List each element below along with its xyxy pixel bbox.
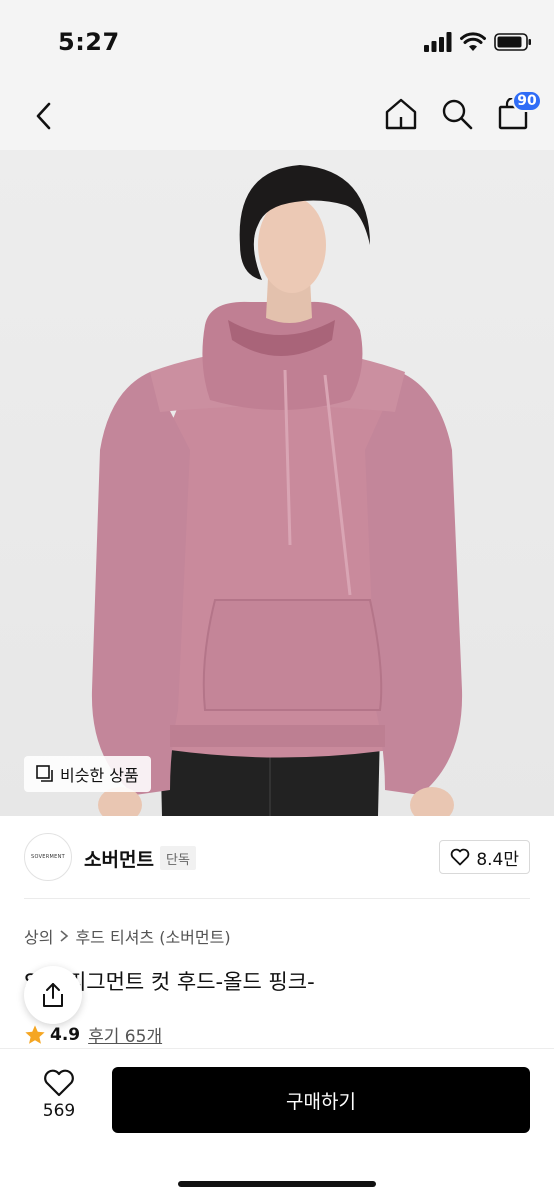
search-icon xyxy=(442,99,473,130)
breadcrumb-category[interactable]: 상의 xyxy=(24,924,53,948)
status-time: 5:27 xyxy=(58,28,120,56)
breadcrumb: 상의 후드 티셔츠 (소버먼트) xyxy=(24,924,231,948)
similar-icon xyxy=(36,765,53,782)
brand-row: SOVERMENT 소버먼트 단독 8.4만 xyxy=(0,816,554,900)
heart-icon xyxy=(451,848,470,866)
brand-like-count: 8.4만 xyxy=(476,849,519,870)
brand-logo-text: SOVERMENT xyxy=(30,854,66,860)
home-icon xyxy=(385,98,417,130)
cart-badge: 90 xyxy=(512,90,542,112)
heart-icon xyxy=(44,1069,74,1097)
divider xyxy=(24,898,530,899)
model-wearing-hoodie-image xyxy=(91,165,463,816)
signal-icon xyxy=(424,32,452,52)
brand-like-button[interactable]: 8.4만 xyxy=(439,840,530,874)
status-icons xyxy=(424,32,532,52)
rating-score: 4.9 xyxy=(50,1024,81,1045)
home-indicator xyxy=(178,1181,376,1187)
back-icon xyxy=(36,102,51,130)
wish-count: 569 xyxy=(42,1101,76,1121)
share-icon xyxy=(43,983,63,1007)
nav-actions: 90 xyxy=(382,90,542,134)
battery-icon xyxy=(494,33,531,51)
home-button[interactable] xyxy=(382,94,420,134)
bottom-bar: 569 구매하기 xyxy=(0,1048,554,1200)
wish-button[interactable]: 569 xyxy=(30,1069,88,1121)
exclusive-tag: 단독 xyxy=(160,846,196,870)
share-button[interactable] xyxy=(24,966,82,1024)
similar-products-label: 비슷한 상품 xyxy=(60,766,139,785)
status-bar: 5:27 xyxy=(0,0,554,84)
review-link[interactable]: 후기 65개 xyxy=(88,1022,162,1047)
similar-products-button[interactable]: 비슷한 상품 xyxy=(24,756,151,792)
back-button[interactable] xyxy=(26,98,62,134)
chevron-right-icon xyxy=(60,930,69,942)
search-button[interactable] xyxy=(438,94,476,134)
wifi-icon xyxy=(460,32,486,51)
buy-button[interactable]: 구매하기 xyxy=(112,1067,530,1133)
product-image[interactable]: 비슷한 상품 xyxy=(0,150,554,816)
breadcrumb-subcategory[interactable]: 후드 티셔츠 (소버먼트) xyxy=(75,924,230,948)
brand-name[interactable]: 소버먼트 xyxy=(84,845,154,872)
rating: 4.9 후기 65개 xyxy=(24,1022,162,1047)
star-icon xyxy=(25,1024,45,1044)
brand-logo[interactable]: SOVERMENT xyxy=(24,833,72,881)
nav-bar: 90 xyxy=(0,84,554,150)
cart-button[interactable]: 90 xyxy=(494,90,542,134)
